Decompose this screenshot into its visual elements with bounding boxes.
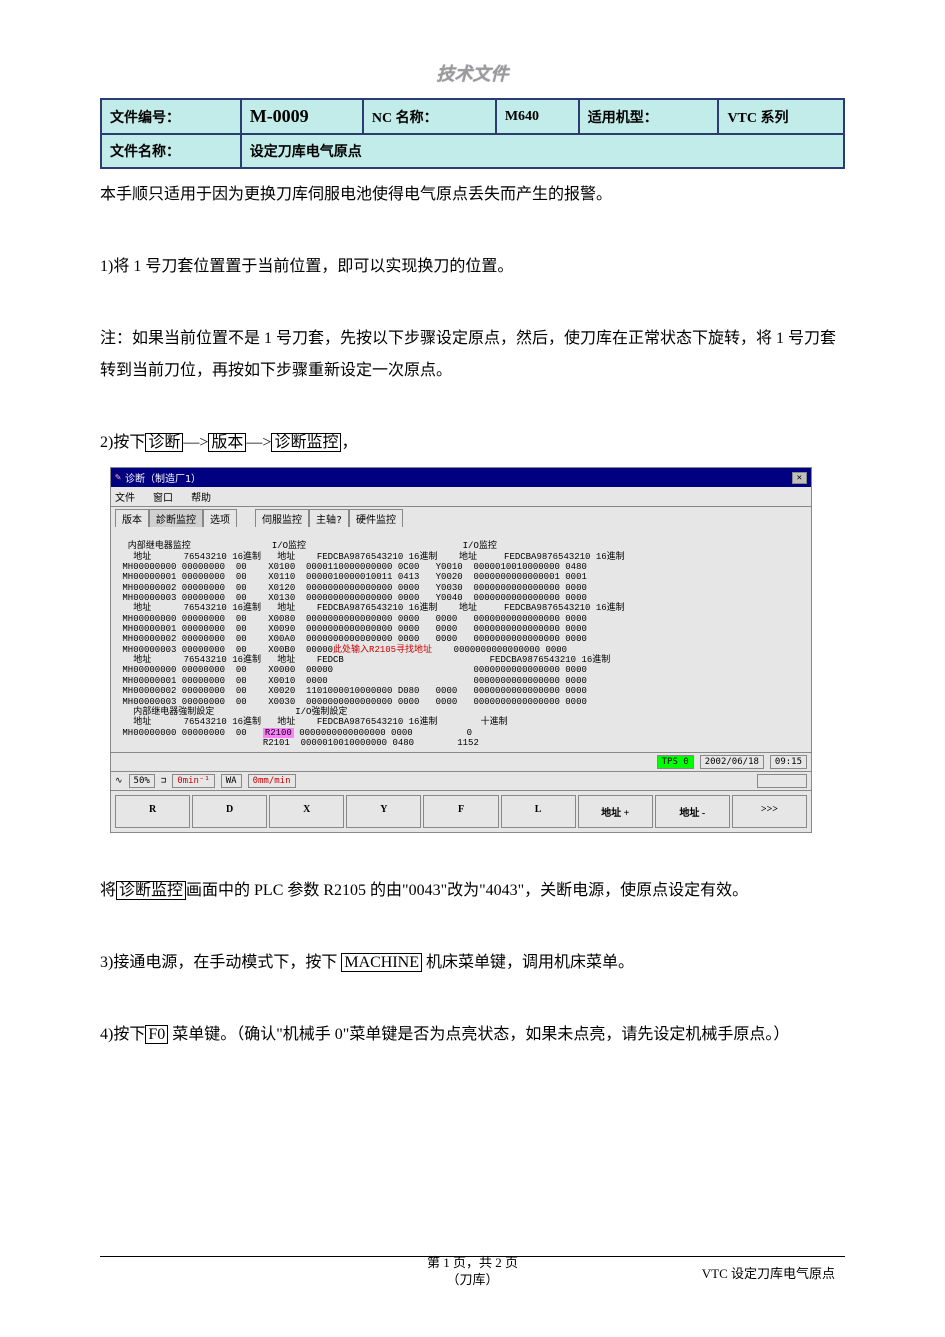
box-diagmon: 诊断监控 <box>271 433 341 452</box>
step4-b: 菜单键。（确认"机械手 0"菜单键是否为点亮状态，如果未点亮，请先设定机械手原点… <box>172 1026 789 1043</box>
status-time: 09:15 <box>770 755 807 769</box>
step3-b: 机床菜单键，调用机床菜单。 <box>426 954 634 971</box>
status-bar2: ∿ 50% ⊐ 0min⁻¹ WA 0mm/min <box>111 771 811 790</box>
spindle-icon: ⊐ <box>161 776 166 786</box>
sep1: —> <box>183 434 208 451</box>
tab-diagmon[interactable]: 診断监控 <box>149 509 203 527</box>
footer-right: VTC 设定刀库电气原点 <box>702 1263 835 1282</box>
label-model: 适用机型： <box>579 99 719 134</box>
button-bar: R D X Y F L 地址 + 地址 - >>> <box>111 790 811 832</box>
value-docno: M-0009 <box>241 99 363 134</box>
step4-a: 4)按下 <box>100 1026 145 1043</box>
step3-a: 3)接通电源，在手动模式下，按下 <box>100 954 337 971</box>
menu-window[interactable]: 窗口 <box>153 493 173 504</box>
screenshot-window: ✎ 诊断（制造厂1） ✕ 文件 窗口 帮助 版本 診断监控 选项 伺服监控 主轴… <box>110 467 812 833</box>
tab-option[interactable]: 选项 <box>203 509 237 527</box>
value-ncname: M640 <box>496 99 579 134</box>
status-mode: TPS 0 <box>657 755 694 769</box>
menu-help[interactable]: 帮助 <box>191 493 211 504</box>
box-f0: F0 <box>145 1025 168 1044</box>
tab-hw[interactable]: 硬件监控 <box>349 509 403 527</box>
diag-body: 内部继电器监控 I/O监控 I/O监控 地址 76543210 16進制 地址 … <box>111 527 811 752</box>
status-feed-lbl: WA <box>221 774 242 788</box>
window-title: 诊断（制造厂1） <box>125 470 201 485</box>
titlebar: ✎ 诊断（制造厂1） ✕ <box>111 468 811 487</box>
btn-addr-minus[interactable]: 地址 - <box>655 795 730 828</box>
btn-addr-plus[interactable]: 地址 + <box>578 795 653 828</box>
btn-r[interactable]: R <box>115 795 190 828</box>
tabbar: 版本 診断监控 选项 伺服监控 主轴? 硬件监控 <box>111 507 811 527</box>
btn-x[interactable]: X <box>269 795 344 828</box>
btn-d[interactable]: D <box>192 795 267 828</box>
step2-prefix: 2)按下 <box>100 434 145 451</box>
tab-version[interactable]: 版本 <box>115 509 149 527</box>
box-diagnose: 诊断 <box>145 433 183 452</box>
value-model: VTC 系列 <box>718 99 844 134</box>
btn-more[interactable]: >>> <box>732 795 807 828</box>
note-text: 注：如果当前位置不是 1 号刀套，先按以下步骤设定原点，然后，使刀库在正常状态下… <box>100 323 845 387</box>
btn-l[interactable]: L <box>501 795 576 828</box>
status-pct: 50% <box>129 774 155 788</box>
box-machine: MACHINE <box>341 953 422 972</box>
tab-spindle[interactable]: 主轴? <box>309 509 349 527</box>
tab-servo[interactable]: 伺服监控 <box>255 509 309 527</box>
box-diagmon2: 诊断监控 <box>116 881 186 900</box>
step1-text: 1)将 1 号刀套位置置于当前位置，即可以实现换刀的位置。 <box>100 251 845 283</box>
wrench-icon: ✎ <box>115 472 121 483</box>
status-feed: 0mm/min <box>248 774 296 788</box>
status-date: 2002/06/18 <box>700 755 764 769</box>
label-ncname: NC 名称： <box>363 99 496 134</box>
doc-title: 技术文件 <box>100 60 845 86</box>
aftershot-a: 将 <box>100 882 116 899</box>
btn-y[interactable]: Y <box>346 795 421 828</box>
wave-icon: ∿ <box>115 776 123 786</box>
value-docname: 设定刀库电气原点 <box>241 134 844 168</box>
step2-end: ， <box>341 434 357 451</box>
status-spindle: 0min⁻¹ <box>172 774 215 788</box>
menubar: 文件 窗口 帮助 <box>111 487 811 507</box>
box-version: 版本 <box>208 433 246 452</box>
menu-file[interactable]: 文件 <box>115 493 135 504</box>
sep2: —> <box>246 434 271 451</box>
label-docname: 文件名称： <box>101 134 241 168</box>
label-docno: 文件编号： <box>101 99 241 134</box>
close-icon[interactable]: ✕ <box>792 472 807 484</box>
btn-f[interactable]: F <box>423 795 498 828</box>
header-table: 文件编号： M-0009 NC 名称： M640 适用机型： VTC 系列 文件… <box>100 98 845 169</box>
intro-text: 本手顺只适用于因为更换刀库伺服电池使得电气原点丢失而产生的报警。 <box>100 179 845 211</box>
status-bar: TPS 0 2002/06/18 09:15 <box>111 752 811 771</box>
status-empty <box>757 774 807 788</box>
aftershot-b: 画面中的 PLC 参数 R2105 的由"0043"改为"4043"，关断电源，… <box>186 882 748 899</box>
